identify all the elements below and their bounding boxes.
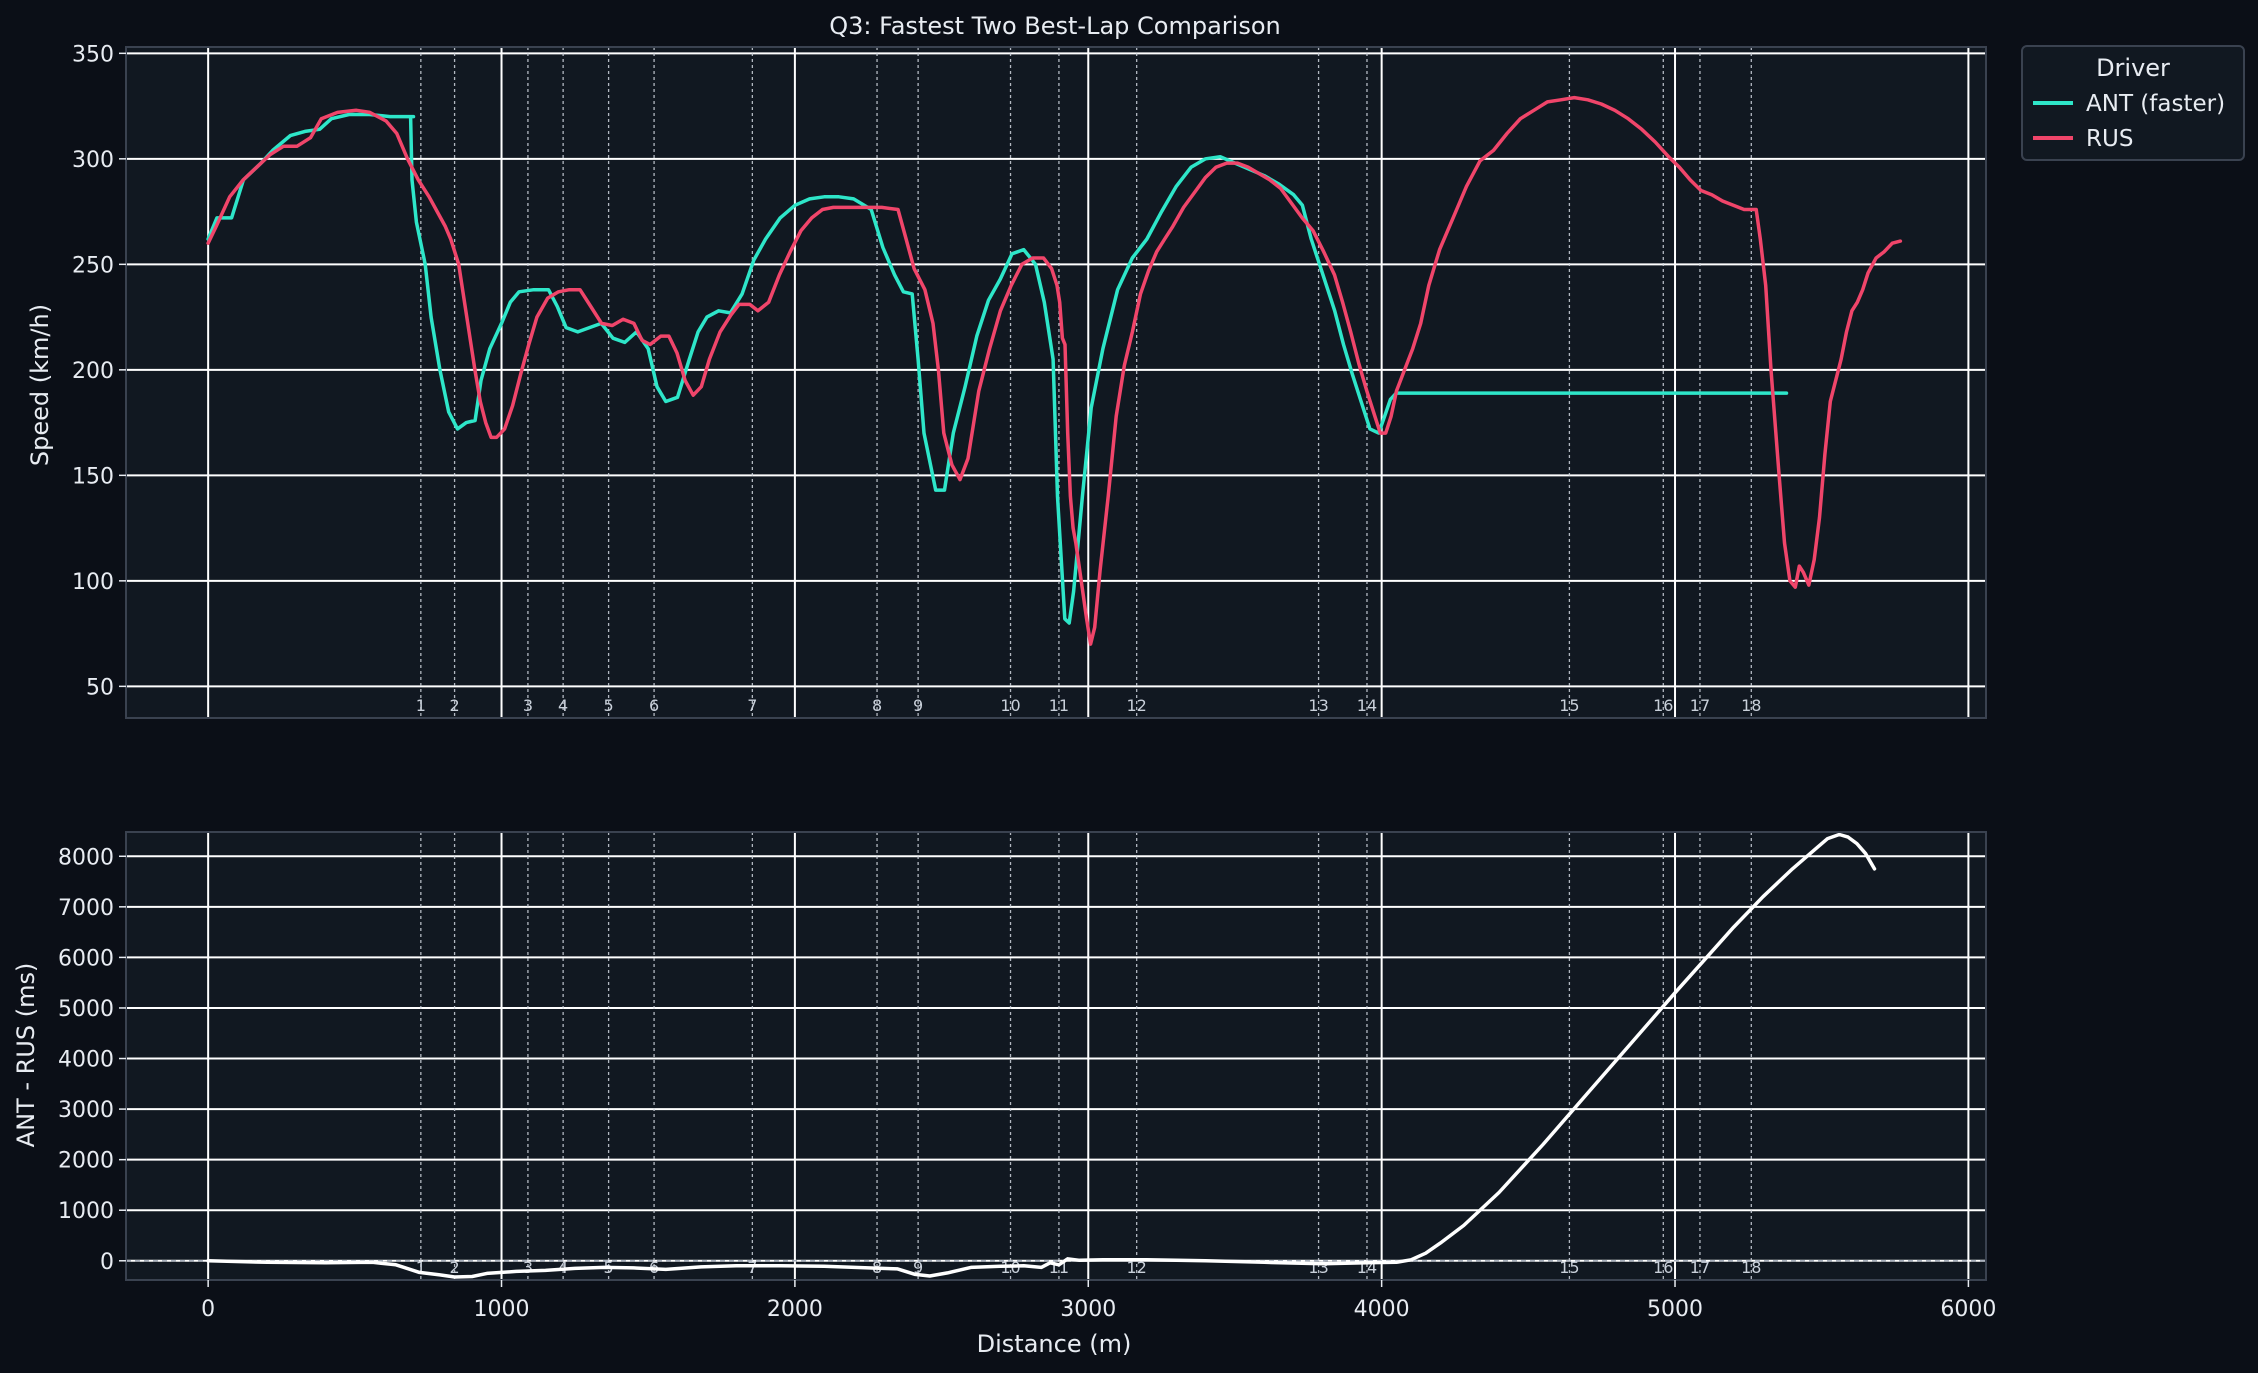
y-tick-label: 3000 [58,1098,114,1123]
x-tick-label: 5000 [1647,1297,1703,1322]
corner-label: 15 [1559,696,1579,715]
corner-label: 13 [1308,1258,1328,1277]
speed-panel: 1 2 3 4 5 6 7 8 9 10 11 12 13 14 15 16 17 18 501001502002… [26,42,1987,719]
y-tick-label: 8000 [58,845,114,870]
x-tick-label: 1000 [474,1297,530,1322]
corner-label: 17 [1690,696,1710,715]
y-tick-label: 300 [72,148,114,173]
y-tick-label: 7000 [58,896,114,921]
speed-axes-background [126,47,1986,718]
corner-label: 2 [449,696,459,715]
corner-label: 10 [1000,696,1020,715]
y-tick-label: 2000 [58,1149,114,1174]
corner-label: 6 [649,696,659,715]
corner-label: 1 [416,696,426,715]
corner-label: 7 [747,696,757,715]
y-tick-label: 1000 [58,1199,114,1224]
speed-y-axis-label: Speed (km/h) [26,304,54,466]
y-tick-label: 350 [72,42,114,67]
x-tick-label: 0 [201,1297,215,1322]
delta-y-axis-label: ANT - RUS (ms) [12,963,40,1148]
corner-label: 12 [1126,696,1146,715]
corner-label: 3 [523,696,533,715]
y-tick-label: 250 [72,253,114,278]
corner-label: 4 [558,696,568,715]
corner-label: 14 [1357,696,1377,715]
corner-label: 5 [604,696,614,715]
corner-label: 16 [1653,1258,1673,1277]
corner-label: 8 [872,696,882,715]
y-tick-label: 6000 [58,946,114,971]
y-tick-label: 50 [86,675,114,700]
legend-title: Driver [2096,54,2170,82]
y-tick-label: 200 [72,359,114,384]
chart-canvas: Q3: Fastest Two Best-Lap Comparison 1234… [0,0,2258,1373]
corner-label: 9 [913,696,923,715]
delta-axes-background [126,832,1986,1280]
corner-label: 11 [1049,696,1069,715]
corner-label: 15 [1559,1258,1579,1277]
corner-label: 13 [1308,696,1328,715]
corner-label: 2 [449,1258,459,1277]
corner-label: 3 [523,1258,533,1277]
corner-label: 16 [1653,696,1673,715]
y-tick-label: 5000 [58,997,114,1022]
legend-label-ant: ANT (faster) [2086,91,2225,117]
corner-label: 17 [1690,1258,1710,1277]
x-tick-label: 6000 [1940,1297,1996,1322]
corner-label: 14 [1357,1258,1377,1277]
x-axis-label: Distance (m) [977,1330,1132,1358]
x-tick-label: 4000 [1354,1297,1410,1322]
corner-label: 18 [1741,1258,1761,1277]
delta-panel: 1 2 3 4 5 6 7 8 9 10 11 12 13 14 15 16 17 18 010002000300… [12,831,1996,1358]
y-tick-label: 150 [72,464,114,489]
y-tick-label: 0 [100,1250,114,1275]
legend: Driver ANT (faster) RUS [2021,45,2245,161]
y-tick-label: 100 [72,570,114,595]
x-tick-label: 2000 [767,1297,823,1322]
chart-title: Q3: Fastest Two Best-Lap Comparison [829,12,1280,40]
corner-label: 18 [1741,696,1761,715]
y-tick-label: 4000 [58,1048,114,1073]
x-tick-label: 3000 [1060,1297,1116,1322]
legend-label-rus: RUS [2086,126,2133,152]
